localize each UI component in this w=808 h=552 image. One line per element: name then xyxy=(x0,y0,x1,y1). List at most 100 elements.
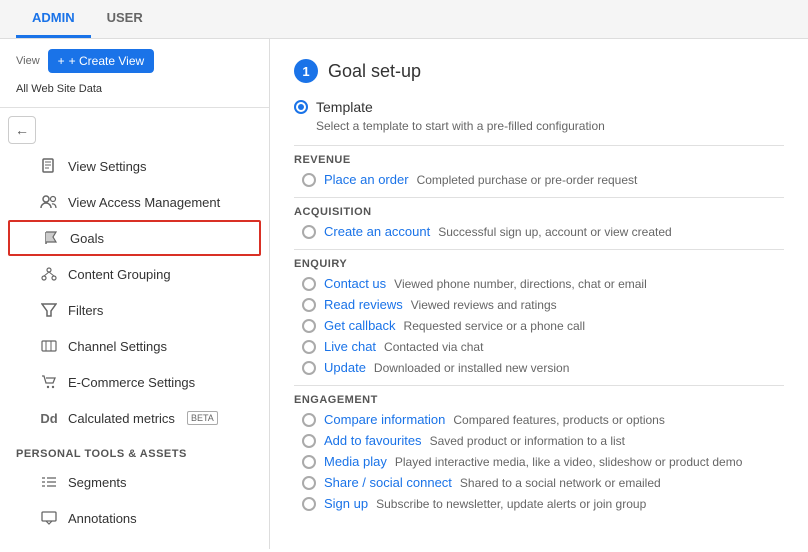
place-order-option[interactable]: Place an order Completed purchase or pre… xyxy=(302,172,784,187)
flag-icon xyxy=(42,229,60,247)
main-content: 1 Goal set-up Template Select a template… xyxy=(270,39,808,549)
place-order-name: Place an order xyxy=(324,172,409,187)
read-reviews-option[interactable]: Read reviews Viewed reviews and ratings xyxy=(302,297,784,312)
cart-icon xyxy=(40,373,58,391)
social-connect-desc: Shared to a social network or emailed xyxy=(460,476,661,490)
media-play-radio[interactable] xyxy=(302,455,316,469)
revenue-divider xyxy=(294,145,784,146)
contact-us-name: Contact us xyxy=(324,276,386,291)
create-account-radio[interactable] xyxy=(302,225,316,239)
back-btn-row: ← xyxy=(0,112,269,148)
read-reviews-name: Read reviews xyxy=(324,297,403,312)
add-favourites-name: Add to favourites xyxy=(324,433,422,448)
live-chat-desc: Contacted via chat xyxy=(384,340,483,354)
sidebar-item-annotations[interactable]: Annotations xyxy=(0,500,269,536)
live-chat-name: Live chat xyxy=(324,339,376,354)
update-desc: Downloaded or installed new version xyxy=(374,361,569,375)
place-order-radio[interactable] xyxy=(302,173,316,187)
sidebar-item-segments[interactable]: Segments xyxy=(0,464,269,500)
sidebar: View + + Create View All Web Site Data ←… xyxy=(0,39,270,549)
view-access-label: View Access Management xyxy=(68,195,220,210)
sign-up-option[interactable]: Sign up Subscribe to newsletter, update … xyxy=(302,496,784,511)
sidebar-item-calculated-metrics[interactable]: Dd Calculated metrics BETA xyxy=(0,400,269,436)
back-button[interactable]: ← xyxy=(8,116,36,144)
contact-us-radio[interactable] xyxy=(302,277,316,291)
top-tabs: ADMIN USER xyxy=(0,0,808,39)
compare-info-radio[interactable] xyxy=(302,413,316,427)
compare-info-option[interactable]: Compare information Compared features, p… xyxy=(302,412,784,427)
create-account-desc: Successful sign up, account or view crea… xyxy=(438,225,671,239)
template-option-row[interactable]: Template xyxy=(294,99,784,115)
grouping-icon xyxy=(40,265,58,283)
sidebar-item-view-access[interactable]: View Access Management xyxy=(0,184,269,220)
acquisition-divider xyxy=(294,197,784,198)
add-favourites-radio[interactable] xyxy=(302,434,316,448)
add-favourites-desc: Saved product or information to a list xyxy=(430,434,625,448)
template-radio[interactable] xyxy=(294,100,308,114)
update-name: Update xyxy=(324,360,366,375)
sidebar-item-content-grouping[interactable]: Content Grouping xyxy=(0,256,269,292)
read-reviews-desc: Viewed reviews and ratings xyxy=(411,298,557,312)
goal-setup-header: 1 Goal set-up xyxy=(294,59,784,83)
site-name: All Web Site Data xyxy=(0,83,269,103)
goals-label: Goals xyxy=(70,231,104,246)
content-grouping-label: Content Grouping xyxy=(68,267,171,282)
filters-label: Filters xyxy=(68,303,103,318)
get-callback-radio[interactable] xyxy=(302,319,316,333)
compare-info-desc: Compared features, products or options xyxy=(453,413,664,427)
update-option[interactable]: Update Downloaded or installed new versi… xyxy=(302,360,784,375)
engagement-section-name: ENGAGEMENT xyxy=(294,394,784,406)
filter-icon xyxy=(40,301,58,319)
contact-us-option[interactable]: Contact us Viewed phone number, directio… xyxy=(302,276,784,291)
main-layout: View + + Create View All Web Site Data ←… xyxy=(0,39,808,549)
create-account-name: Create an account xyxy=(324,224,430,239)
social-connect-name: Share / social connect xyxy=(324,475,452,490)
engagement-divider xyxy=(294,385,784,386)
sign-up-desc: Subscribe to newsletter, update alerts o… xyxy=(376,497,646,511)
get-callback-option[interactable]: Get callback Requested service or a phon… xyxy=(302,318,784,333)
beta-badge: BETA xyxy=(187,411,218,425)
place-order-desc: Completed purchase or pre-order request xyxy=(417,173,638,187)
media-play-option[interactable]: Media play Played interactive media, lik… xyxy=(302,454,784,469)
plus-icon: + xyxy=(58,54,65,68)
get-callback-desc: Requested service or a phone call xyxy=(404,319,585,333)
create-account-option[interactable]: Create an account Successful sign up, ac… xyxy=(302,224,784,239)
sidebar-divider xyxy=(0,107,269,108)
calculated-metrics-label: Calculated metrics xyxy=(68,411,175,426)
dd-icon: Dd xyxy=(40,409,58,427)
sign-up-name: Sign up xyxy=(324,496,368,511)
update-radio[interactable] xyxy=(302,361,316,375)
read-reviews-radio[interactable] xyxy=(302,298,316,312)
revenue-section-name: REVENUE xyxy=(294,154,784,166)
sidebar-item-view-settings[interactable]: View Settings xyxy=(0,148,269,184)
tab-admin[interactable]: ADMIN xyxy=(16,0,91,38)
contact-us-desc: Viewed phone number, directions, chat or… xyxy=(394,277,647,291)
template-label: Template xyxy=(316,99,373,115)
add-favourites-option[interactable]: Add to favourites Saved product or infor… xyxy=(302,433,784,448)
sidebar-item-channel-settings[interactable]: Channel Settings xyxy=(0,328,269,364)
template-description: Select a template to start with a pre-fi… xyxy=(316,119,784,133)
segments-icon xyxy=(40,473,58,491)
create-view-button[interactable]: + + Create View xyxy=(48,49,155,73)
annotations-label: Annotations xyxy=(68,511,137,526)
tab-user[interactable]: USER xyxy=(91,0,159,38)
sidebar-item-goals[interactable]: Goals xyxy=(8,220,261,256)
sign-up-radio[interactable] xyxy=(302,497,316,511)
sidebar-item-ecommerce[interactable]: E-Commerce Settings xyxy=(0,364,269,400)
live-chat-option[interactable]: Live chat Contacted via chat xyxy=(302,339,784,354)
sidebar-item-filters[interactable]: Filters xyxy=(0,292,269,328)
live-chat-radio[interactable] xyxy=(302,340,316,354)
social-connect-option[interactable]: Share / social connect Shared to a socia… xyxy=(302,475,784,490)
channel-icon xyxy=(40,337,58,355)
media-play-desc: Played interactive media, like a video, … xyxy=(395,455,743,469)
media-play-name: Media play xyxy=(324,454,387,469)
compare-info-name: Compare information xyxy=(324,412,445,427)
sidebar-header: View + + Create View xyxy=(0,39,269,83)
segments-label: Segments xyxy=(68,475,127,490)
get-callback-name: Get callback xyxy=(324,318,396,333)
people-icon xyxy=(40,193,58,211)
enquiry-divider xyxy=(294,249,784,250)
view-label: View xyxy=(16,55,40,67)
social-connect-radio[interactable] xyxy=(302,476,316,490)
ecommerce-label: E-Commerce Settings xyxy=(68,375,195,390)
